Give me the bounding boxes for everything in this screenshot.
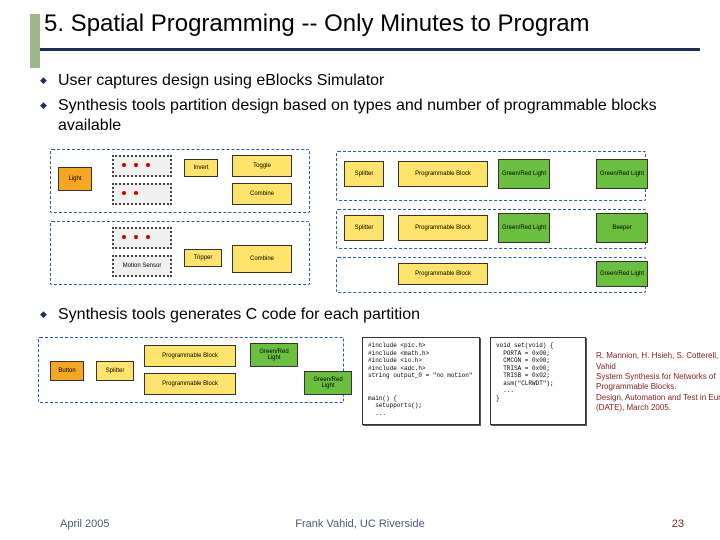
diagram-codegen: Button Splitter Programmable Block Progr… bbox=[40, 331, 680, 441]
slide-content: User captures design using eBlocks Simul… bbox=[0, 51, 720, 441]
citation-text: R. Mannion, H. Hsieh, S. Cotterell, F. V… bbox=[596, 351, 720, 413]
d2-splitter: Splitter bbox=[96, 361, 134, 381]
title-accent-bar bbox=[30, 14, 40, 68]
block-combine-2: Combine bbox=[232, 245, 292, 273]
d2-green-1: Green/Red Light bbox=[250, 343, 298, 367]
block-prog-r3: Programmable Block bbox=[398, 263, 488, 285]
d2-button: Button bbox=[50, 361, 84, 381]
block-invert: Invert bbox=[184, 159, 218, 177]
block-greenlight-r1b: Green/Red Light bbox=[596, 159, 648, 189]
footer-author: Frank Vahid, UC Riverside bbox=[0, 518, 720, 530]
code-snippet-2: void set(void) { PORTA = 0x00; CMCON = 0… bbox=[490, 337, 586, 425]
block-light: Light bbox=[58, 167, 92, 191]
block-splitter-r2: Splitter bbox=[344, 215, 384, 241]
block-prog-r2: Programmable Block bbox=[398, 215, 488, 241]
block-sensor-bl bbox=[112, 227, 172, 249]
bullet-3: Synthesis tools generates C code for eac… bbox=[58, 305, 680, 325]
block-beeper-r2: Beeper bbox=[596, 213, 648, 243]
block-tripper: Tripper bbox=[184, 249, 222, 267]
block-sensor-tr bbox=[112, 183, 172, 205]
bullet-2: Synthesis tools partition design based o… bbox=[58, 96, 680, 137]
block-greenlight-r1: Green/Red Light bbox=[498, 159, 550, 189]
d2-prog-2: Programmable Block bbox=[144, 373, 236, 395]
d2-prog-1: Programmable Block bbox=[144, 345, 236, 367]
block-splitter-r1: Splitter bbox=[344, 161, 384, 187]
diagram-partition: Light Invert Toggle Combine Motion Senso… bbox=[40, 145, 680, 295]
block-toggle-top: Toggle bbox=[232, 155, 292, 177]
block-prog-r1: Programmable Block bbox=[398, 161, 488, 187]
block-combine: Combine bbox=[232, 183, 292, 205]
d2-green-2: Green/Red Light bbox=[304, 371, 352, 395]
code-snippet-1: #include <pic.h> #include <math.h> #incl… bbox=[362, 337, 480, 425]
slide-title-area: 5. Spatial Programming -- Only Minutes t… bbox=[0, 0, 720, 44]
block-sensor-tl bbox=[112, 155, 172, 177]
bullet-1: User captures design using eBlocks Simul… bbox=[58, 71, 680, 91]
slide-title: 5. Spatial Programming -- Only Minutes t… bbox=[44, 10, 700, 38]
block-greenlight-r2: Green/Red Light bbox=[498, 213, 550, 243]
slide-footer: April 2005 Frank Vahid, UC Riverside 23 bbox=[0, 518, 720, 530]
block-motion-sensor: Motion Sensor bbox=[112, 255, 172, 277]
block-greenlight-r3: Green/Red Light bbox=[596, 261, 648, 287]
